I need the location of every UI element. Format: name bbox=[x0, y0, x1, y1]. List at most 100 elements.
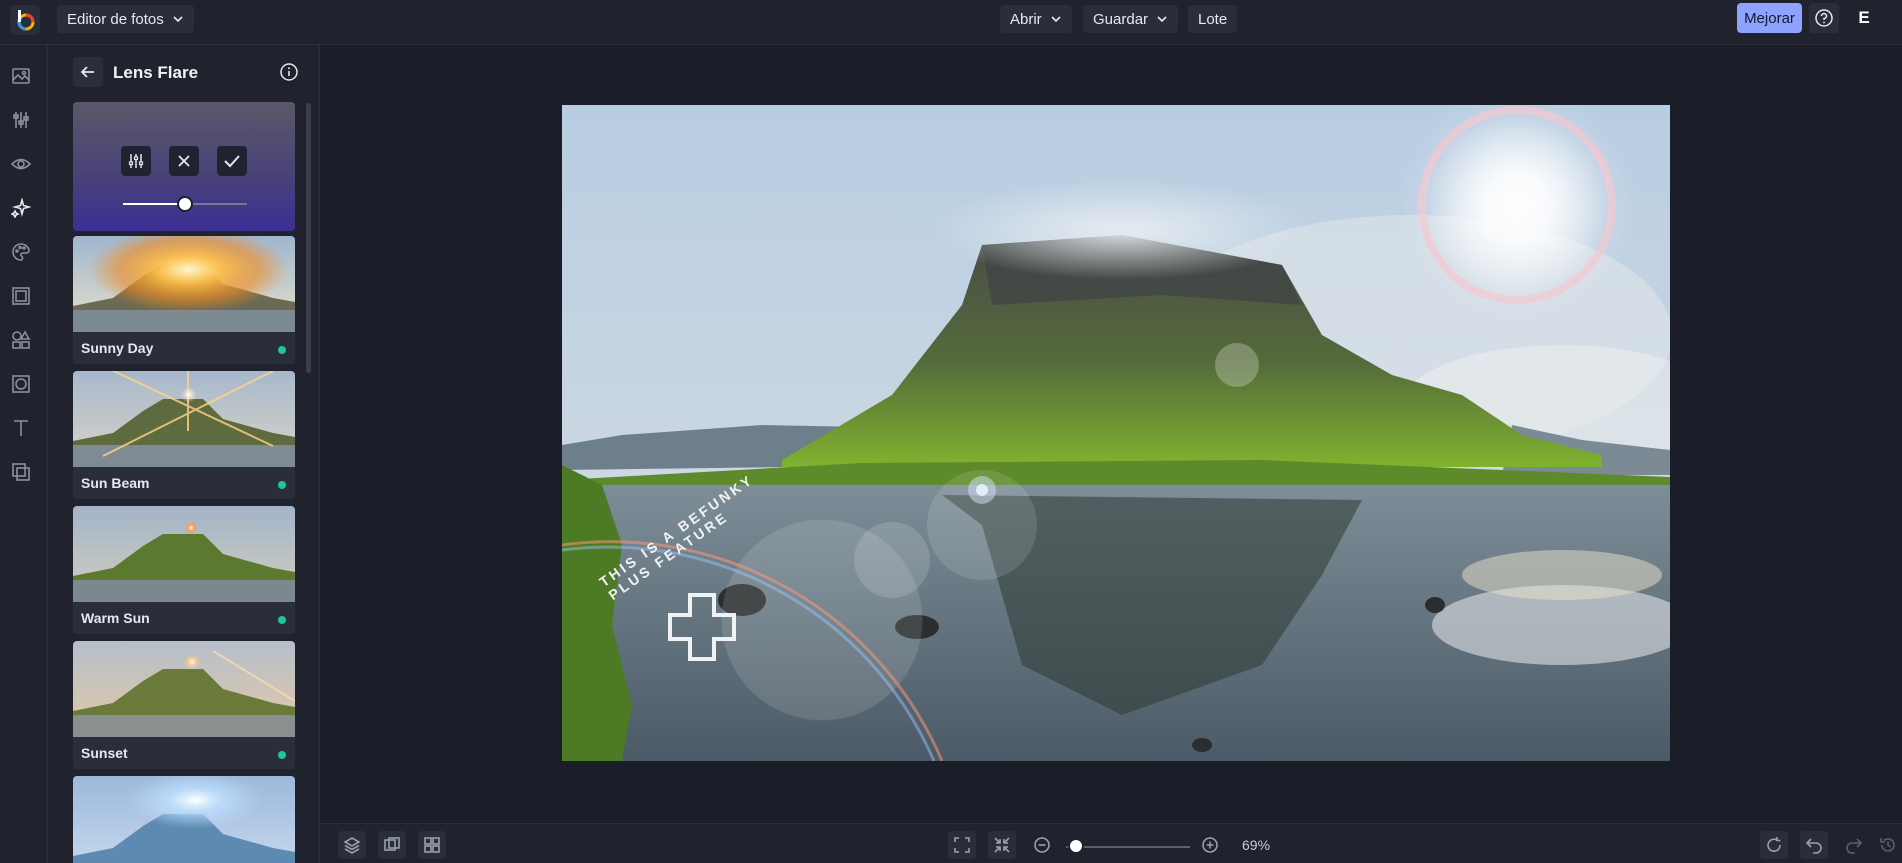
batch-label: Lote bbox=[1198, 10, 1228, 28]
shrink-icon bbox=[994, 837, 1010, 853]
eye-icon bbox=[11, 158, 31, 170]
image-icon bbox=[12, 68, 30, 84]
close-icon bbox=[178, 155, 190, 167]
sparkles-icon bbox=[11, 198, 31, 218]
effect-thumbnail bbox=[73, 776, 295, 863]
effect-card-sun-beam[interactable]: Sun Beam bbox=[73, 371, 295, 499]
grid-icon bbox=[424, 837, 440, 853]
apply-effect-button[interactable] bbox=[217, 146, 247, 176]
layers-icon bbox=[343, 837, 361, 854]
rail-touch-up[interactable] bbox=[9, 152, 33, 176]
top-bar: Editor de fotos Abrir Guardar Lote Mejor… bbox=[0, 0, 1902, 45]
grid-button[interactable] bbox=[418, 831, 446, 859]
overlay-icon bbox=[12, 375, 30, 393]
rail-edit[interactable] bbox=[9, 108, 33, 132]
plus-dot-icon bbox=[278, 481, 286, 489]
textures-icon bbox=[12, 463, 30, 481]
arrow-left-icon bbox=[80, 66, 94, 78]
open-menu-button[interactable]: Abrir bbox=[1000, 5, 1072, 33]
save-menu-button[interactable]: Guardar bbox=[1083, 5, 1179, 33]
amount-slider-fill bbox=[123, 203, 185, 205]
effect-thumbnail bbox=[73, 641, 295, 737]
back-button[interactable] bbox=[73, 57, 103, 87]
sliders-icon bbox=[13, 112, 29, 128]
rail-artsy[interactable] bbox=[9, 240, 33, 264]
editor-menu-button[interactable]: Editor de fotos bbox=[57, 5, 194, 33]
fit-screen-button[interactable] bbox=[948, 831, 976, 859]
undo-button[interactable] bbox=[1800, 831, 1828, 859]
panel-scrollbar[interactable] bbox=[306, 103, 311, 373]
rail-effects[interactable] bbox=[9, 196, 33, 220]
panel-title: Lens Flare bbox=[113, 63, 199, 82]
effect-label: Warm Sun bbox=[81, 610, 150, 626]
chevron-down-icon bbox=[1157, 16, 1167, 23]
effect-card-sunset[interactable]: Sunset bbox=[73, 641, 295, 769]
amount-slider-knob[interactable] bbox=[177, 196, 193, 212]
rail-graphics[interactable] bbox=[9, 328, 33, 352]
editor-menu-label: Editor de fotos bbox=[67, 10, 164, 28]
chevron-down-icon bbox=[173, 16, 183, 23]
fullscreen-icon bbox=[954, 837, 970, 853]
help-button[interactable] bbox=[1809, 3, 1839, 33]
effect-thumbnail bbox=[73, 506, 295, 602]
batch-button[interactable]: Lote bbox=[1188, 5, 1238, 33]
compare-button[interactable] bbox=[378, 831, 406, 859]
actual-size-button[interactable] bbox=[988, 831, 1016, 859]
photo-canvas[interactable]: THIS IS A BEFUNKY PLUS FEATURE bbox=[562, 105, 1670, 761]
undo-icon bbox=[1805, 838, 1822, 854]
active-effect-card bbox=[73, 102, 295, 231]
info-icon bbox=[280, 63, 298, 81]
effect-settings-button[interactable] bbox=[121, 146, 151, 176]
plus-dot-icon bbox=[278, 751, 286, 759]
befunky-logo-icon[interactable] bbox=[10, 5, 40, 35]
zoom-in-icon bbox=[1202, 837, 1218, 853]
effect-card-sunny-day[interactable]: Sunny Day bbox=[73, 236, 295, 364]
upgrade-button[interactable]: Mejorar bbox=[1737, 3, 1802, 33]
info-button[interactable] bbox=[278, 61, 300, 83]
bottom-toolbar: 69% bbox=[320, 823, 1902, 863]
open-label: Abrir bbox=[1010, 10, 1042, 28]
effect-label: Sunset bbox=[81, 745, 128, 761]
rail-overlays[interactable] bbox=[9, 372, 33, 396]
text-icon bbox=[14, 420, 28, 436]
rail-frames[interactable] bbox=[9, 284, 33, 308]
zoom-level: 69% bbox=[1242, 837, 1271, 853]
zoom-out-icon bbox=[1034, 837, 1050, 853]
chevron-down-icon bbox=[1051, 16, 1061, 23]
compare-icon bbox=[384, 837, 400, 851]
effect-thumbnail bbox=[73, 236, 295, 332]
history-icon bbox=[1880, 838, 1895, 852]
zoom-slider-track[interactable] bbox=[1066, 846, 1190, 848]
refresh-icon bbox=[1767, 837, 1781, 852]
shapes-icon bbox=[12, 330, 31, 349]
cancel-effect-button[interactable] bbox=[169, 146, 199, 176]
history-button[interactable] bbox=[1874, 831, 1902, 859]
effect-thumbnail bbox=[73, 371, 295, 467]
zoom-in-button[interactable] bbox=[1196, 831, 1224, 859]
canvas-area: THIS IS A BEFUNKY PLUS FEATURE bbox=[320, 45, 1902, 823]
sliders-icon bbox=[128, 154, 144, 168]
redo-icon bbox=[1846, 838, 1863, 854]
layers-button[interactable] bbox=[338, 831, 366, 859]
check-icon bbox=[224, 155, 240, 168]
save-label: Guardar bbox=[1093, 10, 1149, 28]
frame-icon bbox=[12, 287, 30, 305]
rail-text[interactable] bbox=[9, 416, 33, 440]
reset-button[interactable] bbox=[1760, 831, 1788, 859]
user-avatar[interactable]: E bbox=[1849, 3, 1879, 33]
zoom-out-button[interactable] bbox=[1028, 831, 1056, 859]
rail-textures[interactable] bbox=[9, 460, 33, 484]
tool-rail bbox=[0, 45, 48, 863]
plus-dot-icon bbox=[278, 616, 286, 624]
effect-card-partial[interactable] bbox=[73, 776, 295, 863]
rail-image-manager[interactable] bbox=[9, 64, 33, 88]
plus-dot-icon bbox=[278, 346, 286, 354]
effect-label: Sunny Day bbox=[81, 340, 154, 356]
effect-label: Sun Beam bbox=[81, 475, 150, 491]
effect-card-warm-sun[interactable]: Warm Sun bbox=[73, 506, 295, 634]
effect-panel: Lens Flare Sunny Day Sun Beam Warm Sun S… bbox=[48, 45, 320, 863]
redo-button[interactable] bbox=[1840, 831, 1868, 859]
help-icon bbox=[1815, 9, 1833, 27]
palette-icon bbox=[12, 243, 30, 261]
zoom-slider-knob[interactable] bbox=[1068, 838, 1084, 854]
